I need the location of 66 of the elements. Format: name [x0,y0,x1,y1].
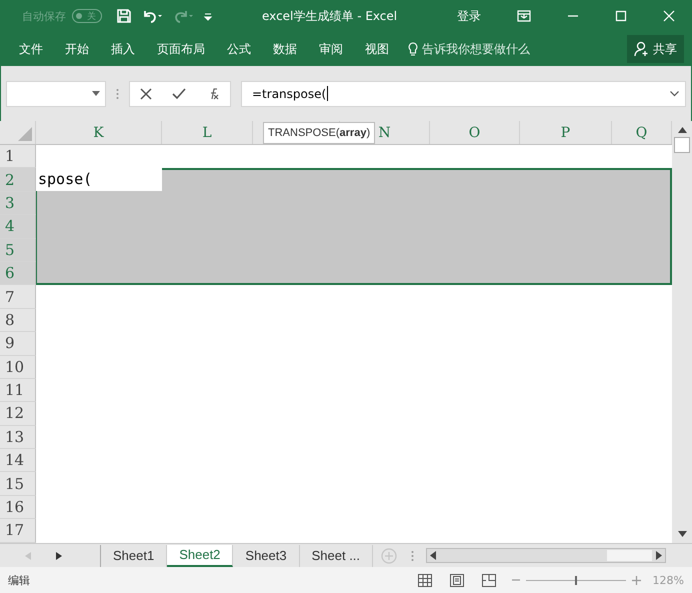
autosave-label: 自动保存 [22,8,66,24]
scroll-up-icon[interactable] [678,127,686,133]
ribbon-tab[interactable]: 插入 [100,37,146,61]
sign-in-link[interactable]: 登录 [457,8,482,24]
person-add-icon [634,41,650,57]
ribbon-tab[interactable]: 文件 [8,37,54,61]
page-break-icon[interactable] [482,574,496,586]
close-icon[interactable] [663,10,676,22]
row-header[interactable]: 2 [0,168,36,192]
row-header[interactable]: 15 [0,472,36,496]
scroll-left-icon[interactable] [430,551,436,560]
ribbon-tab[interactable]: 开始 [54,37,100,61]
row-header[interactable]: 13 [0,426,36,450]
next-sheet-icon[interactable] [56,552,62,560]
column-header[interactable]: L [162,121,253,144]
ribbon-display-icon[interactable] [517,10,532,22]
scroll-right-icon[interactable] [656,551,662,560]
row-header[interactable]: 9 [0,332,36,356]
expand-icon[interactable] [670,90,679,96]
row-header[interactable]: 6 [0,262,36,286]
row-header[interactable]: 16 [0,496,36,520]
triangle-icon [18,127,32,141]
ribbon-tab[interactable]: 视图 [354,37,400,61]
page-layout-icon[interactable] [450,574,464,586]
row-header[interactable]: 3 [0,192,36,216]
enter-icon[interactable] [172,88,186,100]
formula-text: =transpose( [252,86,326,100]
cell-text: spose( [36,168,162,192]
ribbon-tab[interactable]: 数据 [262,37,308,61]
zoom-in-icon[interactable] [632,576,641,584]
row-header[interactable]: 17 [0,519,36,543]
scroll-thumb[interactable] [674,137,690,153]
ribbon-tab[interactable]: 页面布局 [146,37,216,61]
redo-icon [172,8,194,24]
row-header[interactable]: 4 [0,215,36,239]
row-header[interactable]: 5 [0,238,36,262]
formula-field[interactable]: =transpose( [241,80,686,106]
status-mode: 编辑 [8,572,30,588]
row-header[interactable]: 8 [0,308,36,332]
sheet-tab[interactable]: Sheet2 [167,544,234,566]
row-header[interactable]: 14 [0,449,36,472]
row-header[interactable]: 11 [0,378,36,402]
ribbon-tab[interactable]: 审阅 [308,37,354,61]
vertical-scrollbar[interactable] [672,121,692,543]
row-header[interactable]: 7 [0,285,36,309]
share-button[interactable]: 共享 [627,35,684,63]
column-header[interactable]: K [36,121,162,144]
normal-view-icon[interactable] [418,574,432,586]
row-header[interactable]: 10 [0,356,36,379]
scroll-down-icon[interactable] [678,531,686,537]
scroll-thumb[interactable] [607,550,652,561]
tell-me-field[interactable]: 告诉我你想要做什么 [418,42,576,56]
column-header[interactable]: O [430,121,520,144]
maximize-icon[interactable] [615,10,628,22]
lightbulb-icon [408,42,418,56]
row-header[interactable]: 1 [0,145,36,168]
save-icon[interactable] [116,8,132,24]
column-header[interactable]: P [520,121,612,144]
row-header[interactable]: 12 [0,402,36,426]
horizontal-scrollbar[interactable] [426,548,666,563]
window-title: excel学生成绩单 - Excel [262,8,398,24]
ribbon-tab[interactable]: 公式 [216,37,262,61]
undo-icon[interactable] [141,8,163,24]
function-tooltip: TRANSPOSE(array) [263,122,376,144]
cancel-icon[interactable] [140,88,152,100]
drag-handle-icon[interactable] [116,88,119,100]
